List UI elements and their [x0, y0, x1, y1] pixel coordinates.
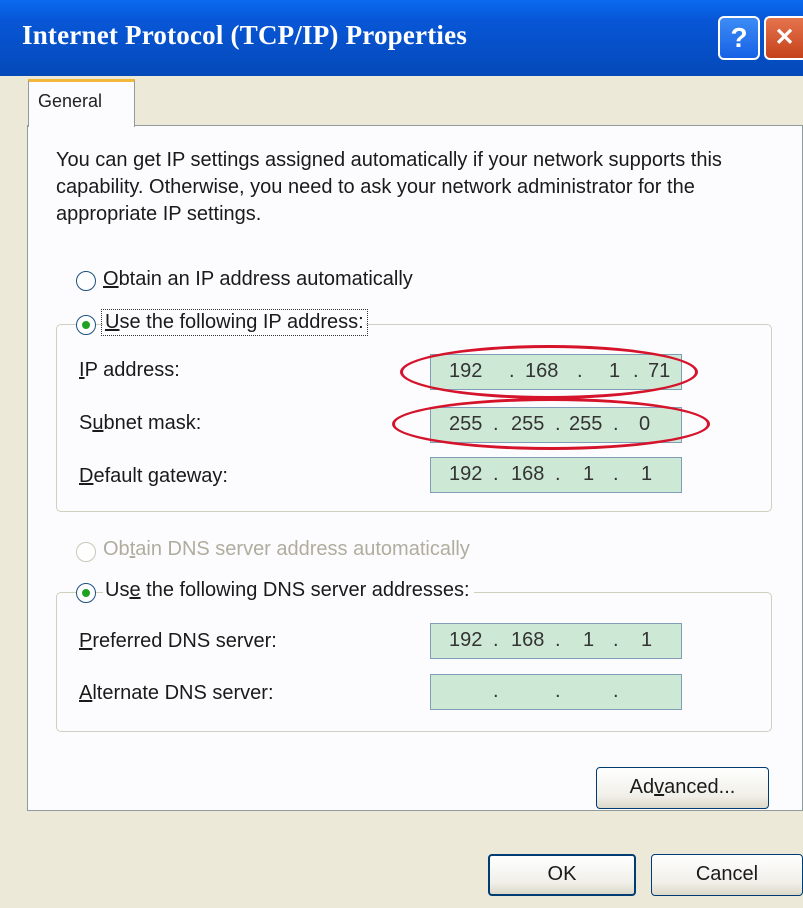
help-icon: ? [730, 22, 748, 53]
obtain-ip-auto-label[interactable]: Obtain an IP address automatically [103, 268, 413, 291]
window-title: Internet Protocol (TCP/IP) Properties [22, 20, 468, 50]
ip-address-label: IP address: [79, 359, 180, 381]
title-bar[interactable]: Internet Protocol (TCP/IP) Properties ? … [0, 0, 803, 76]
use-following-dns-radio[interactable] [76, 583, 96, 603]
advanced-button[interactable]: Advanced... [596, 767, 769, 809]
default-gateway-field[interactable]: 192. 168. 1. 1 [430, 457, 682, 493]
use-following-ip-radio[interactable] [76, 315, 96, 335]
close-button[interactable]: ✕ [764, 16, 803, 60]
alternate-dns-field[interactable]: . . . [430, 674, 682, 710]
help-button[interactable]: ? [718, 16, 760, 60]
close-icon: ✕ [774, 24, 795, 51]
obtain-ip-auto-radio[interactable] [76, 271, 96, 291]
preferred-dns-field[interactable]: 192. 168. 1. 1 [430, 623, 682, 659]
subnet-mask-label: Subnet mask: [79, 412, 202, 434]
ok-button[interactable]: OK [488, 854, 636, 896]
use-following-ip-label[interactable]: Use the following IP address: [101, 309, 368, 336]
obtain-dns-auto-radio[interactable] [76, 542, 96, 562]
use-following-dns-label[interactable]: Use the following DNS server addresses: [103, 579, 474, 602]
intro-text: You can get IP settings assigned automat… [56, 149, 722, 225]
default-gateway-label: Default gateway: [79, 465, 228, 487]
preferred-dns-label: Preferred DNS server: [79, 630, 277, 652]
cancel-button[interactable]: Cancel [651, 854, 803, 896]
dns-server-group [56, 592, 772, 732]
tab-general-label: General [38, 91, 103, 111]
alternate-dns-label: Alternate DNS server: [79, 682, 274, 704]
obtain-dns-auto-label: Obtain DNS server address automatically [103, 538, 470, 560]
ip-address-field[interactable]: 192. 168. 1. 71 [430, 354, 682, 390]
subnet-mask-field[interactable]: 255. 255. 255. 0 [430, 407, 682, 443]
tab-general[interactable]: General [28, 79, 135, 127]
